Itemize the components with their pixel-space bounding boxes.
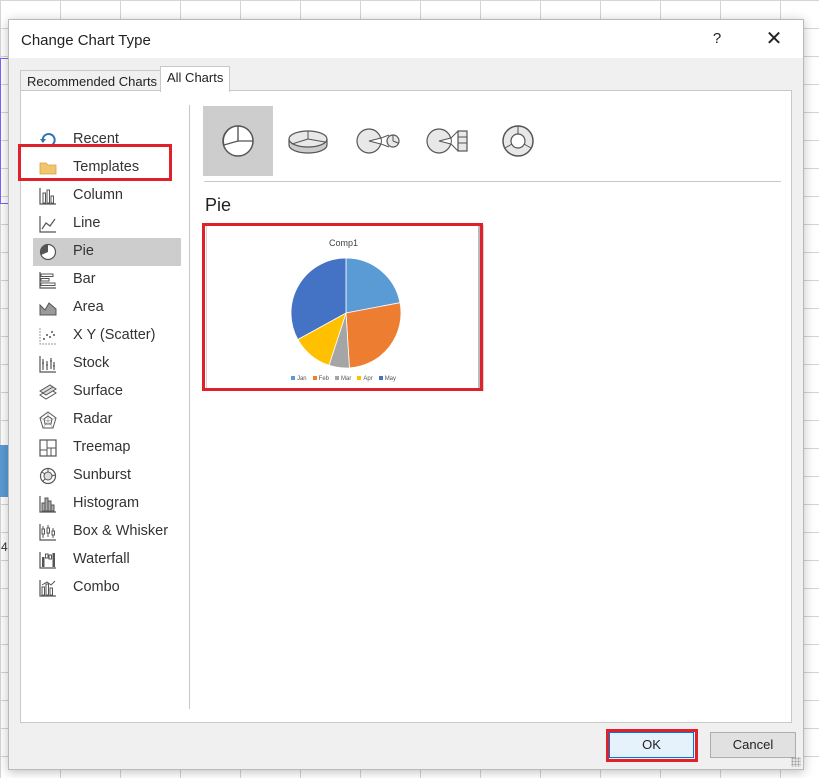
category-column[interactable]: Column: [33, 182, 181, 210]
subtype-doughnut[interactable]: [483, 106, 553, 176]
histogram-chart-icon: [39, 496, 56, 513]
category-label: Histogram: [73, 495, 140, 511]
category-label: Column: [73, 187, 123, 203]
pie-3d-icon: [288, 130, 328, 154]
category-surface[interactable]: Surface: [33, 378, 181, 406]
category-divider: [189, 105, 190, 709]
category-combo[interactable]: Combo: [33, 574, 181, 602]
dialog-title: Change Chart Type: [21, 32, 151, 49]
pie-chart-icon: [39, 243, 57, 261]
combo-chart-icon: [39, 580, 56, 597]
category-label: Treemap: [73, 439, 131, 455]
selected-type-heading: Pie: [205, 195, 232, 215]
change-chart-type-dialog: Change Chart Type ? ✕ Recommended Charts…: [8, 19, 804, 770]
doughnut-icon: [502, 125, 534, 157]
pie-2d-icon: [222, 125, 254, 157]
legend-item-may: May: [378, 376, 397, 382]
legend-swatch: [335, 376, 339, 381]
close-button[interactable]: ✕: [759, 26, 789, 52]
category-label: Pie: [73, 243, 94, 259]
category-scatter[interactable]: X Y (Scatter): [33, 322, 181, 350]
pie-of-pie-icon: [356, 128, 400, 154]
chart-legend: Jan Feb Mar Apr May: [207, 376, 480, 382]
category-line[interactable]: Line: [33, 210, 181, 238]
category-waterfall[interactable]: Waterfall: [33, 546, 181, 574]
legend-label: Mar: [341, 376, 352, 382]
area-chart-icon: [39, 302, 57, 316]
bar-of-pie-icon: [426, 128, 468, 154]
category-box-whisker[interactable]: Box & Whisker: [33, 518, 181, 546]
category-recent[interactable]: Recent: [33, 126, 181, 154]
category-pie[interactable]: Pie: [33, 238, 181, 266]
surface-chart-icon: [39, 384, 57, 400]
treemap-chart-icon: [39, 439, 57, 457]
folder-icon: [39, 162, 57, 175]
legend-swatch: [357, 376, 362, 381]
waterfall-chart-icon: [39, 552, 56, 569]
legend-swatch: [312, 376, 317, 381]
category-bar[interactable]: Bar: [33, 266, 181, 294]
category-label: Combo: [73, 579, 120, 595]
category-label: Waterfall: [73, 551, 130, 567]
subtype-divider: [204, 181, 781, 182]
category-label: Bar: [73, 271, 96, 287]
tab-all-charts[interactable]: All Charts: [160, 66, 231, 92]
category-label: Templates: [73, 159, 140, 175]
cancel-button[interactable]: Cancel: [710, 732, 796, 758]
bar-chart-icon: [39, 272, 56, 289]
legend-label: Jan: [296, 376, 307, 382]
help-button[interactable]: ?: [703, 26, 731, 52]
legend-item-jan: Jan: [290, 376, 307, 382]
category-label: Area: [73, 299, 104, 315]
chart-fragment: [0, 445, 8, 497]
title-bar: Change Chart Type ? ✕: [9, 20, 803, 58]
legend-item-feb: Feb: [312, 376, 329, 382]
category-sunburst[interactable]: Sunburst: [33, 462, 181, 490]
legend-swatch: [290, 376, 295, 381]
recent-icon: [40, 133, 56, 147]
dialog-content: Recent Templates Column Line Pie Bar Are…: [20, 90, 792, 723]
category-label: X Y (Scatter): [73, 327, 156, 343]
pie-chart: [290, 257, 402, 369]
legend-label: May: [384, 376, 397, 382]
category-radar[interactable]: Radar: [33, 406, 181, 434]
category-label: Line: [73, 215, 101, 231]
category-label: Surface: [73, 383, 123, 399]
cell-fragment: 4: [1, 540, 8, 554]
category-label: Stock: [73, 355, 110, 371]
subtype-pie[interactable]: [203, 106, 273, 176]
column-chart-icon: [39, 188, 56, 205]
preview-scrollbar[interactable]: [478, 226, 483, 390]
chart-preview[interactable]: Comp1 Jan Feb Mar Apr May: [206, 225, 484, 391]
category-area[interactable]: Area: [33, 294, 181, 322]
category-label: Recent: [73, 131, 119, 147]
tab-recommended-charts[interactable]: Recommended Charts: [20, 70, 165, 91]
subtype-3d-pie[interactable]: [273, 106, 343, 176]
subtype-pie-of-pie[interactable]: [343, 106, 413, 176]
category-stock[interactable]: Stock: [33, 350, 181, 378]
resize-grip[interactable]: [791, 757, 801, 767]
category-label: Radar: [73, 411, 113, 427]
scatter-chart-icon: [39, 328, 56, 345]
chart-category-list: Recent Templates Column Line Pie Bar Are…: [21, 91, 189, 722]
category-label: Box & Whisker: [73, 523, 169, 539]
pie-slice-feb: [345, 302, 402, 369]
box-whisker-chart-icon: [39, 524, 56, 541]
legend-label: Feb: [318, 376, 329, 382]
subtype-bar-of-pie[interactable]: [413, 106, 483, 176]
sunburst-chart-icon: [39, 467, 57, 485]
category-templates[interactable]: Templates: [33, 154, 181, 182]
legend-swatch: [378, 376, 383, 381]
category-treemap[interactable]: Treemap: [33, 434, 181, 462]
category-label: Sunburst: [73, 467, 132, 483]
stock-chart-icon: [39, 356, 56, 373]
radar-chart-icon: [39, 411, 57, 429]
ok-button[interactable]: OK: [609, 732, 694, 758]
category-histogram[interactable]: Histogram: [33, 490, 181, 518]
line-chart-icon: [39, 216, 56, 233]
legend-item-apr: Apr: [357, 376, 373, 382]
legend-item-mar: Mar: [335, 376, 351, 382]
legend-label: Apr: [363, 376, 373, 382]
